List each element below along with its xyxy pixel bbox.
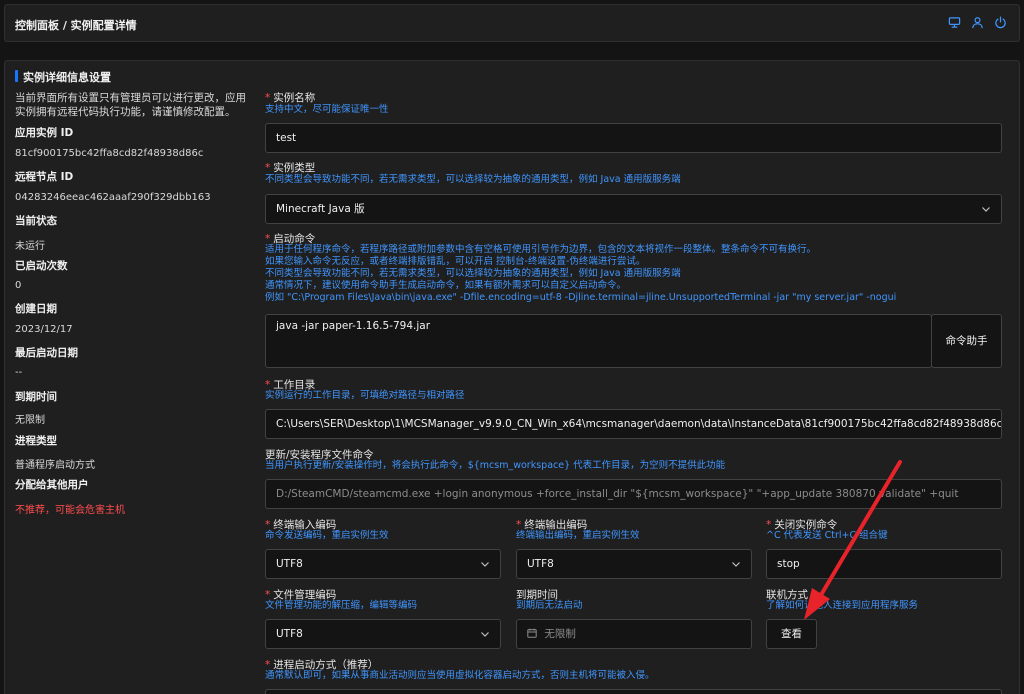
info-value: 2023/12/17 [15,324,73,335]
instance-type-select[interactable]: Minecraft Java 版 [265,194,1002,224]
output-encoding-desc: 终端输出编码，重启实例生效 [516,530,640,541]
start-command-desc: 通常情况下，建议使用命令助手生成启动命令，如果有额外需求可以自定义启动命令。 [265,280,627,291]
input-encoding-value: UTF8 [276,558,303,570]
instance-name-desc: 支持中文，尽可能保证唯一性 [265,104,389,115]
chevron-down-icon [982,207,990,212]
input-encoding-select[interactable]: UTF8 [265,549,501,579]
start-command-desc: 例如 "C:\Program Files\Java\bin\java.exe" … [265,292,897,303]
info-value: 无限制 [15,415,45,426]
connect-desc: 了解如何让他人连接到应用程序服务 [766,600,919,611]
start-command-desc: 如果您输入命令无反应，或者终端排版错乱，可以开启 控制台-终端设置-伪终端进行尝… [265,256,646,267]
instance-type-label: * 实例类型 [265,162,316,174]
top-bar-actions [948,16,1007,29]
file-encoding-select[interactable]: UTF8 [265,619,501,649]
start-command-desc: 不同类型会导致功能不同，若无需求类型，可以选择较为抽象的通用类型，例如 Java… [265,268,681,279]
info-key: 最后启动日期 [15,347,78,359]
required-mark: * [265,162,271,174]
info-key: 进程类型 [15,435,57,447]
process-type-select[interactable] [265,689,1002,694]
instance-type-value: Minecraft Java 版 [276,203,365,215]
expire-placeholder: 无限制 [544,628,576,640]
process-type-desc: 通常默认即可，如果从事商业活动则应当使用虚拟化容器启动方式，否则主机将可能被入侵… [265,670,655,681]
info-value: 0 [15,280,22,291]
top-bar: 控制面板 / 实例配置详情 [4,4,1020,42]
expire-date-picker[interactable]: 无限制 [516,619,752,649]
working-dir-input[interactable]: C:\Users\SER\Desktop\1\MCSManager_v9.9.0… [265,409,1002,439]
info-value: 普通程序启动方式 [15,460,95,471]
info-key: 当前状态 [15,215,57,227]
info-value: 81cf900175bc42ffa8cd82f48938d86c [15,148,204,159]
info-key: 创建日期 [15,303,57,315]
working-dir-desc: 实例运行的工作目录，可填绝对路径与相对路径 [265,390,465,401]
expire-desc: 到期后无法启动 [516,600,583,611]
info-value: -- [15,367,23,378]
breadcrumb: 控制面板 / 实例配置详情 [15,19,137,32]
card-title: 实例详细信息设置 [15,69,111,85]
command-helper-button[interactable]: 命令助手 [931,314,1002,368]
info-value-warning: 不推荐，可能会危害主机 [15,505,125,516]
instance-name-label: * 实例名称 [265,92,316,104]
update-command-desc: 当用户执行更新/安装操作时，将会执行此命令，${mcsm_workspace} … [265,460,726,471]
chevron-down-icon [481,562,489,567]
info-key: 分配给其他用户 [15,479,89,491]
user-icon[interactable] [971,16,984,29]
required-mark: * [265,92,271,104]
stop-command-desc: ^C 代表发送 Ctrl+C 组合键 [766,530,888,541]
instance-type-desc: 不同类型会导致功能不同，若无需求类型，可以选择较为抽象的通用类型，例如 Java… [265,174,681,185]
file-encoding-desc: 文件管理功能的解压缩，编辑等编码 [265,600,418,611]
info-key: 已启动次数 [15,260,68,272]
stop-command-input[interactable]: stop [766,549,1002,579]
input-encoding-desc: 命令发送编码，重启实例生效 [265,530,389,541]
info-value: 04283246eeac462aaaf290f329dbb163 [15,192,211,203]
chevron-down-icon [481,632,489,637]
start-command-desc: 适用于任何程序命令，若程序路径或附加参数中含有空格可使用引号作为边界，包含的文本… [265,244,817,255]
dashboard-icon[interactable] [948,16,961,29]
power-icon[interactable] [994,16,1007,29]
info-key: 远程节点 ID [15,171,74,183]
instance-name-input[interactable]: test [265,123,1002,153]
file-encoding-value: UTF8 [276,628,303,640]
instance-settings-card: 实例详细信息设置 当前界面所有设置只有管理员可以进行更改，应用实例拥有远程代码执… [4,60,1020,694]
calendar-icon [527,628,537,638]
output-encoding-value: UTF8 [527,558,554,570]
update-command-input[interactable]: D:/SteamCMD/steamcmd.exe +login anonymou… [265,479,1002,509]
chevron-down-icon [732,562,740,567]
info-key: 到期时间 [15,391,57,403]
admin-notice: 当前界面所有设置只有管理员可以进行更改，应用实例拥有远程代码执行功能，请谨慎修改… [15,92,246,118]
start-command-textarea[interactable]: java -jar paper-1.16.5-794.jar [265,314,932,368]
connect-view-button[interactable]: 查看 [766,619,817,649]
info-key: 应用实例 ID [15,127,74,139]
instance-info-panel: 当前界面所有设置只有管理员可以进行更改，应用实例拥有远程代码执行功能，请谨慎修改… [15,91,250,516]
info-value: 未运行 [15,241,45,252]
output-encoding-select[interactable]: UTF8 [516,549,752,579]
